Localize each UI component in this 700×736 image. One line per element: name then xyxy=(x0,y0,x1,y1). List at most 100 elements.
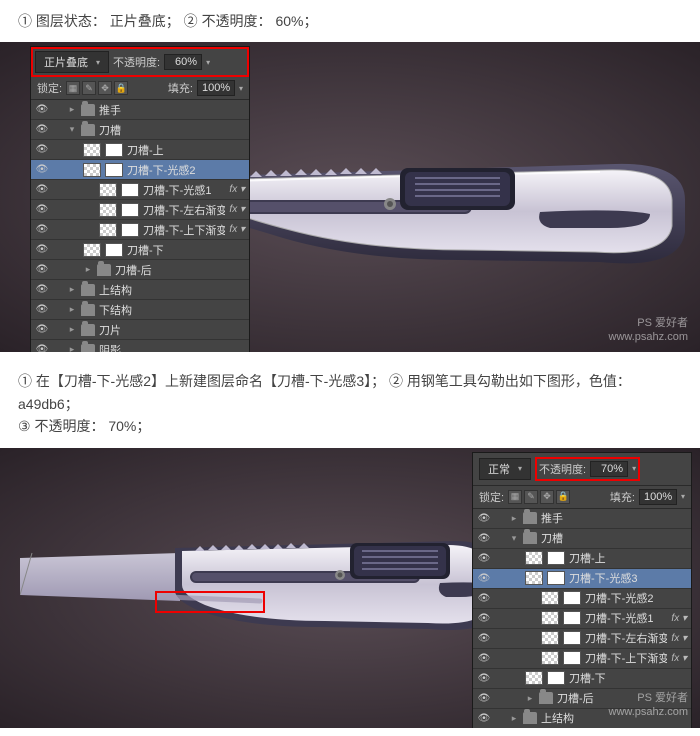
layer-row[interactable]: 👁刀槽-下-左右渐变fx ▾ xyxy=(473,629,691,649)
blend-mode-dropdown[interactable]: 正常▾ xyxy=(479,458,531,480)
chevron-down-icon[interactable]: ▾ xyxy=(509,533,519,544)
layer-row[interactable]: 👁刀槽-下 xyxy=(473,669,691,689)
fx-badge: fx ▾ xyxy=(229,224,245,235)
fx-badge: fx ▾ xyxy=(671,653,687,664)
visibility-icon[interactable]: 👁 xyxy=(35,324,49,335)
step-1: ① xyxy=(18,13,32,29)
layer-row[interactable]: 👁 ▾ 刀槽 xyxy=(473,529,691,549)
layer-row[interactable]: 👁刀槽-下-光感1fx ▾ xyxy=(31,180,249,200)
lock-paint-icon[interactable]: ✎ xyxy=(82,81,96,95)
folder-icon xyxy=(81,124,95,136)
layer-row[interactable]: 👁刀槽-下-光感2 xyxy=(31,160,249,180)
layer-row[interactable]: 👁 刀槽-下-光感2 xyxy=(473,589,691,609)
visibility-icon[interactable]: 👁 xyxy=(35,304,49,315)
visibility-icon[interactable]: 👁 xyxy=(477,573,491,584)
chevron-down-icon[interactable]: ▾ xyxy=(681,492,685,501)
layer-row[interactable]: 👁▸阴影 xyxy=(31,340,249,352)
lock-position-icon[interactable]: ✥ xyxy=(98,81,112,95)
folder-icon xyxy=(523,512,537,524)
visibility-icon[interactable]: 👁 xyxy=(477,673,491,684)
layer-name: 刀片 xyxy=(99,322,245,338)
chevron-right-icon[interactable]: ▸ xyxy=(67,284,77,295)
layer-row[interactable]: 👁刀槽-下-左右渐变fx ▾ xyxy=(31,200,249,220)
visibility-icon[interactable]: 👁 xyxy=(35,284,49,295)
layer-row[interactable]: 👁 ▸ 刀片 xyxy=(31,320,249,340)
layer-row[interactable]: 👁 刀槽-下 xyxy=(31,240,249,260)
layer-row[interactable]: 👁 ▾ 刀槽 xyxy=(31,120,249,140)
visibility-icon[interactable]: 👁 xyxy=(35,204,49,215)
layer-row[interactable]: 👁刀槽-下-上下渐变fx ▾ xyxy=(31,220,249,240)
opacity-input[interactable]: 70% xyxy=(590,461,628,477)
visibility-icon[interactable]: 👁 xyxy=(35,184,49,195)
layer-row[interactable]: 👁▸上结构 xyxy=(31,280,249,300)
chevron-right-icon[interactable]: ▸ xyxy=(67,344,77,352)
layer-row[interactable]: 👁刀槽-下-光感3 xyxy=(473,569,691,589)
instruction-2: ① 在【刀槽-下-光感2】上新建图层命名【刀槽-下-光感3】； ② 用钢笔工具勾… xyxy=(0,360,700,447)
lock-all-icon[interactable]: 🔒 xyxy=(556,490,570,504)
visibility-icon[interactable]: 👁 xyxy=(477,593,491,604)
fill-input[interactable]: 100% xyxy=(639,489,677,505)
layer-name: 刀槽 xyxy=(541,530,687,546)
knife-illustration-2 xyxy=(20,523,500,643)
layer-row[interactable]: 👁 ▸ 下结构 xyxy=(31,300,249,320)
lock-paint-icon[interactable]: ✎ xyxy=(524,490,538,504)
opacity-label: 不透明度: xyxy=(113,54,160,70)
visibility-icon[interactable]: 👁 xyxy=(35,164,49,175)
layer-row[interactable]: 👁▸刀槽-后 xyxy=(31,260,249,280)
layer-row[interactable]: 👁刀槽-下-上下渐变fx ▾ xyxy=(473,649,691,669)
instruction-1: ① 图层状态： 正片叠底； ② 不透明度： 60%； xyxy=(0,0,700,42)
chevron-right-icon[interactable]: ▸ xyxy=(67,104,77,115)
chevron-down-icon: ▾ xyxy=(96,58,100,67)
visibility-icon[interactable]: 👁 xyxy=(477,513,491,524)
layer-name: 刀槽 xyxy=(99,122,245,138)
chevron-right-icon[interactable]: ▸ xyxy=(509,713,519,724)
layer-row[interactable]: 👁▸推手 xyxy=(31,100,249,120)
chevron-down-icon[interactable]: ▾ xyxy=(632,464,636,473)
lock-transparency-icon[interactable]: ▦ xyxy=(508,490,522,504)
folder-icon xyxy=(81,324,95,336)
layer-row[interactable]: 👁 刀槽-下-光感1 fx ▾ xyxy=(473,609,691,629)
visibility-icon[interactable]: 👁 xyxy=(477,553,491,564)
visibility-icon[interactable]: 👁 xyxy=(477,533,491,544)
lock-transparency-icon[interactable]: ▦ xyxy=(66,81,80,95)
layer-name: 下结构 xyxy=(99,302,245,318)
layer-name: 刀槽-下-光感1 xyxy=(585,610,667,626)
visibility-icon[interactable]: 👁 xyxy=(477,653,491,664)
fill-input[interactable]: 100% xyxy=(197,80,235,96)
layer-name: 刀槽-下 xyxy=(127,242,245,258)
chevron-down-icon[interactable]: ▾ xyxy=(206,58,210,67)
fx-badge: fx ▾ xyxy=(671,613,687,624)
visibility-icon[interactable]: 👁 xyxy=(35,344,49,352)
lock-row: 锁定: ▦ ✎ ✥ 🔒 填充: 100% ▾ xyxy=(473,486,691,509)
layer-name: 刀槽-下-光感2 xyxy=(585,590,687,606)
layer-row[interactable]: 👁刀槽-上 xyxy=(31,140,249,160)
chevron-down-icon[interactable]: ▾ xyxy=(239,84,243,93)
folder-icon xyxy=(81,104,95,116)
visibility-icon[interactable]: 👁 xyxy=(35,124,49,135)
step-2: ② xyxy=(184,13,198,29)
blend-mode-dropdown[interactable]: 正片叠底▾ xyxy=(35,51,109,73)
visibility-icon[interactable]: 👁 xyxy=(35,244,49,255)
visibility-icon[interactable]: 👁 xyxy=(35,264,49,275)
visibility-icon[interactable]: 👁 xyxy=(477,713,491,724)
visibility-icon[interactable]: 👁 xyxy=(477,633,491,644)
layer-row[interactable]: 👁▸推手 xyxy=(473,509,691,529)
chevron-down-icon: ▾ xyxy=(518,464,522,473)
lock-position-icon[interactable]: ✥ xyxy=(540,490,554,504)
chevron-right-icon[interactable]: ▸ xyxy=(67,304,77,315)
layer-thumb xyxy=(525,551,543,565)
visibility-icon[interactable]: 👁 xyxy=(477,613,491,624)
visibility-icon[interactable]: 👁 xyxy=(477,693,491,704)
mask-thumb xyxy=(121,203,139,217)
visibility-icon[interactable]: 👁 xyxy=(35,104,49,115)
visibility-icon[interactable]: 👁 xyxy=(35,144,49,155)
chevron-right-icon[interactable]: ▸ xyxy=(525,693,535,704)
chevron-down-icon[interactable]: ▾ xyxy=(67,124,77,135)
chevron-right-icon[interactable]: ▸ xyxy=(83,264,93,275)
layer-row[interactable]: 👁刀槽-上 xyxy=(473,549,691,569)
chevron-right-icon[interactable]: ▸ xyxy=(509,513,519,524)
lock-all-icon[interactable]: 🔒 xyxy=(114,81,128,95)
visibility-icon[interactable]: 👁 xyxy=(35,224,49,235)
chevron-right-icon[interactable]: ▸ xyxy=(67,324,77,335)
opacity-input[interactable]: 60% xyxy=(164,54,202,70)
